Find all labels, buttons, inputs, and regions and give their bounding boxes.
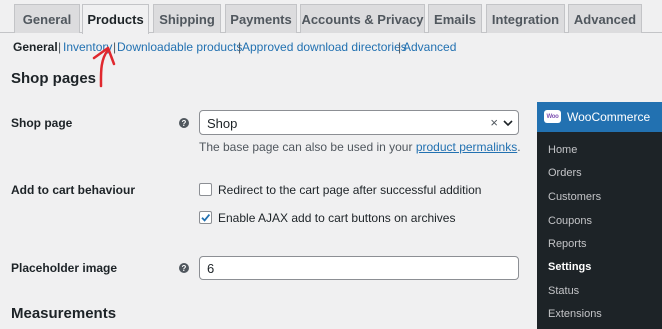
woocommerce-admin-menu: Woo WooCommerce Home Orders Customers Co… xyxy=(537,102,662,329)
tab-shipping[interactable]: Shipping xyxy=(153,4,221,33)
shop-page-description: The base page can also be used in your p… xyxy=(199,140,521,154)
shop-page-description-text: The base page can also be used in your xyxy=(199,140,416,154)
placeholder-image-input[interactable]: 6 xyxy=(199,256,519,280)
settings-tabs: General Products Shipping Payments Accou… xyxy=(0,0,662,34)
clear-icon[interactable]: × xyxy=(490,115,498,130)
menu-item-status[interactable]: Status xyxy=(548,285,579,297)
help-icon[interactable]: ? xyxy=(179,263,189,273)
enable-ajax-label: Enable AJAX add to cart buttons on archi… xyxy=(218,211,456,225)
subnav-approved-download-directories[interactable]: Approved download directories xyxy=(242,40,407,54)
woocommerce-menu-header[interactable]: Woo WooCommerce xyxy=(537,102,662,132)
subnav-advanced[interactable]: Advanced xyxy=(403,40,456,54)
tab-payments[interactable]: Payments xyxy=(225,4,297,33)
menu-item-customers[interactable]: Customers xyxy=(548,191,601,203)
subnav-separator: | xyxy=(398,40,402,54)
menu-item-home[interactable]: Home xyxy=(548,144,577,156)
tab-integration[interactable]: Integration xyxy=(486,4,565,33)
placeholder-image-label: Placeholder image xyxy=(11,261,118,275)
menu-item-extensions[interactable]: Extensions xyxy=(548,308,602,320)
section-heading-measurements: Measurements xyxy=(11,305,117,322)
section-heading-shop-pages: Shop pages xyxy=(11,70,97,87)
menu-item-coupons[interactable]: Coupons xyxy=(548,215,592,227)
menu-item-orders[interactable]: Orders xyxy=(548,167,582,179)
subnav-downloadable-products[interactable]: Downloadable products xyxy=(117,40,242,54)
redirect-to-cart-label: Redirect to the cart page after successf… xyxy=(218,183,482,197)
add-to-cart-label: Add to cart behaviour xyxy=(11,183,136,197)
product-permalinks-link[interactable]: product permalinks xyxy=(416,140,517,154)
shop-page-label: Shop page xyxy=(11,116,73,130)
subnav-separator: | xyxy=(113,40,117,54)
tab-emails[interactable]: Emails xyxy=(428,4,482,33)
menu-item-settings[interactable]: Settings xyxy=(548,261,591,273)
subnav-inventory[interactable]: Inventory xyxy=(63,40,112,54)
tab-products[interactable]: Products xyxy=(82,4,149,34)
redirect-to-cart-checkbox[interactable] xyxy=(199,183,212,196)
subnav-separator: | xyxy=(238,40,242,54)
tab-accounts-privacy[interactable]: Accounts & Privacy xyxy=(300,4,425,33)
chevron-down-icon[interactable] xyxy=(502,117,514,132)
enable-ajax-checkbox[interactable] xyxy=(199,211,212,224)
woocommerce-logo-icon: Woo xyxy=(544,110,561,123)
tab-general[interactable]: General xyxy=(14,4,80,33)
menu-item-reports[interactable]: Reports xyxy=(548,238,587,250)
shop-page-description-end: . xyxy=(517,140,521,154)
shop-page-select[interactable]: Shop × xyxy=(199,110,519,135)
checkmark-icon xyxy=(201,214,211,222)
subnav-general[interactable]: General xyxy=(13,40,58,54)
subnav-separator: | xyxy=(58,40,62,54)
shop-page-select-value: Shop xyxy=(207,116,238,131)
tab-advanced[interactable]: Advanced xyxy=(568,4,642,33)
woocommerce-menu-title: WooCommerce xyxy=(567,110,651,124)
help-icon[interactable]: ? xyxy=(179,118,189,128)
placeholder-image-value: 6 xyxy=(207,261,215,276)
